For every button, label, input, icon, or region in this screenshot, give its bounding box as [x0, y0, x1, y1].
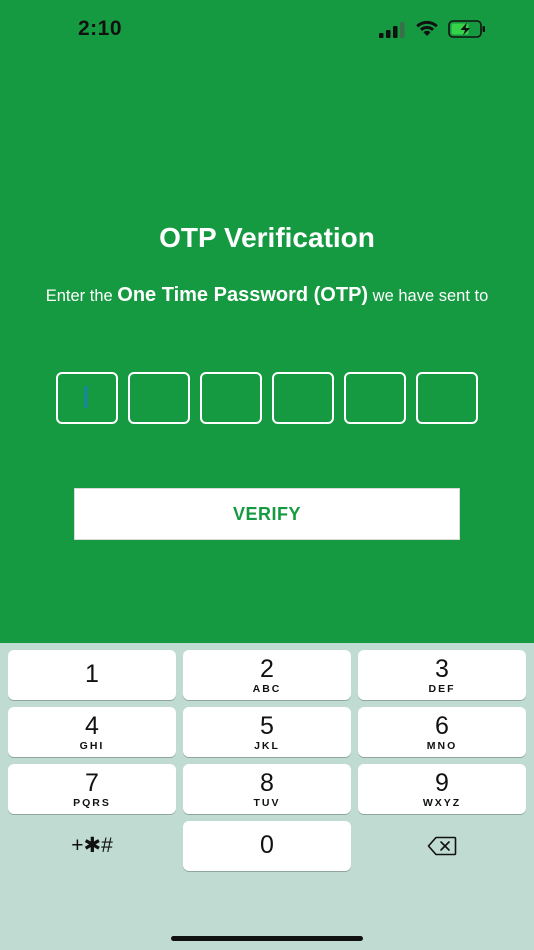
- otp-digit-5[interactable]: [344, 372, 406, 424]
- instructions-prefix: Enter the: [45, 287, 118, 305]
- key-5[interactable]: 5 JKL: [183, 707, 351, 757]
- key-6[interactable]: 6 MNO: [358, 707, 526, 757]
- page-title: OTP Verification: [159, 222, 375, 253]
- otp-digit-2[interactable]: [128, 372, 190, 424]
- wifi-icon: [416, 20, 438, 36]
- otp-digit-3[interactable]: [200, 372, 262, 424]
- cellular-signal-icon: [379, 22, 405, 38]
- otp-digit-4[interactable]: [272, 372, 334, 424]
- key-letters: TUV: [253, 797, 281, 809]
- key-symbols[interactable]: +✱#: [8, 821, 176, 871]
- key-digit: 8: [260, 769, 274, 797]
- key-letters: ABC: [252, 683, 282, 695]
- key-digit: 6: [435, 712, 449, 740]
- key-digit: 7: [85, 769, 99, 797]
- header-area: 2:10 OTP Verification Enter the One Time…: [0, 0, 534, 643]
- key-letters: PQRS: [73, 797, 111, 809]
- key-digit: 3: [435, 655, 449, 683]
- key-3[interactable]: 3 DEF: [358, 650, 526, 700]
- key-digit: 9: [435, 769, 449, 797]
- key-letters: DEF: [428, 683, 456, 695]
- key-digit: 1: [85, 660, 99, 688]
- key-delete[interactable]: [358, 821, 526, 871]
- key-4[interactable]: 4 GHI: [8, 707, 176, 757]
- key-1[interactable]: 1: [8, 650, 176, 700]
- key-8[interactable]: 8 TUV: [183, 764, 351, 814]
- key-digit: 2: [260, 655, 274, 683]
- key-9[interactable]: 9 WXYZ: [358, 764, 526, 814]
- key-letters: JKL: [254, 740, 280, 752]
- key-0[interactable]: 0: [183, 821, 351, 871]
- verify-button[interactable]: VERIFY: [74, 488, 460, 540]
- otp-digit-1[interactable]: [56, 372, 118, 424]
- key-digit: 4: [85, 712, 99, 740]
- otp-verification-screen: 2:10 OTP Verification Enter the One Time…: [0, 0, 534, 950]
- key-digit: 5: [260, 712, 274, 740]
- instructions-suffix: we have sent to: [368, 287, 489, 305]
- otp-digit-6[interactable]: [416, 372, 478, 424]
- otp-instructions: Enter the One Time Password (OTP) we hav…: [30, 283, 504, 308]
- key-letters: GHI: [79, 740, 105, 752]
- battery-charging-icon: [448, 20, 485, 38]
- backspace-icon: [427, 836, 457, 856]
- key-letters: WXYZ: [422, 797, 462, 809]
- key-digit: 0: [260, 831, 274, 859]
- home-indicator[interactable]: [171, 936, 363, 941]
- key-letters: MNO: [426, 740, 458, 752]
- key-7[interactable]: 7 PQRS: [8, 764, 176, 814]
- status-bar: 2:10: [0, 0, 534, 60]
- text-cursor: [85, 386, 87, 408]
- numeric-keypad: 1 2 ABC 3 DEF 4 GHI 5 JKL 6 MNO 7 PQRS 8…: [0, 643, 534, 950]
- instructions-emphasis: One Time Password (OTP): [117, 284, 369, 306]
- key-2[interactable]: 2 ABC: [183, 650, 351, 700]
- status-time: 2:10: [78, 17, 123, 40]
